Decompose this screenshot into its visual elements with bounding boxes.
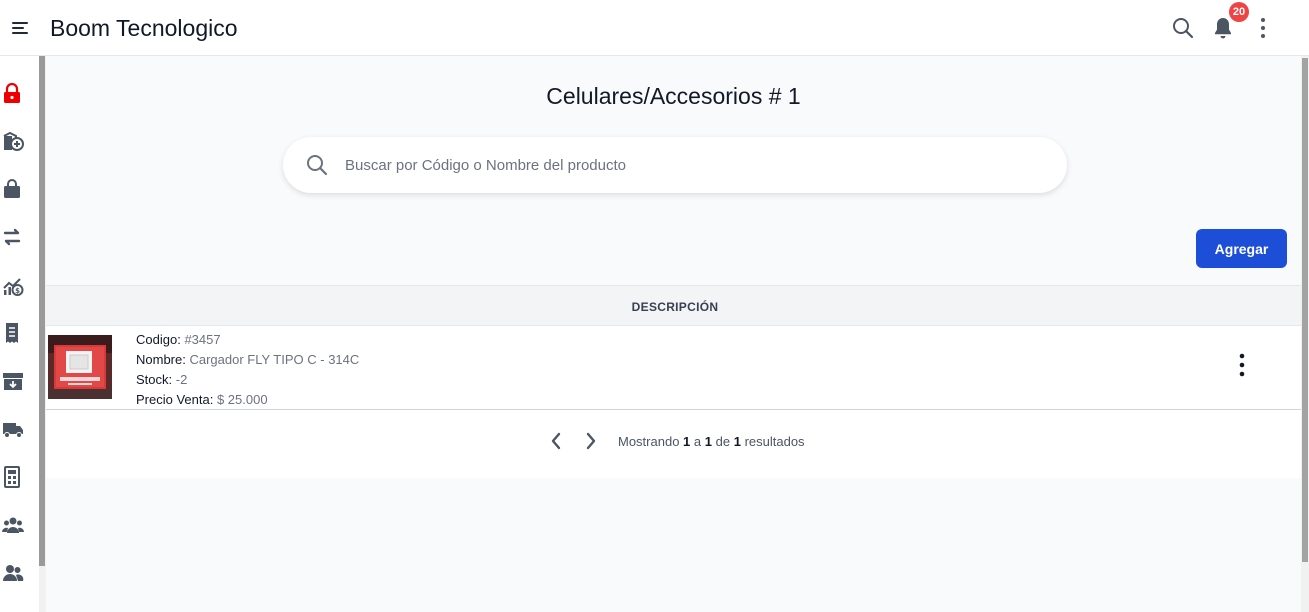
sidebar-scrollbar-thumb[interactable] — [39, 56, 45, 566]
page-scrollbar-thumb[interactable] — [1302, 58, 1308, 562]
column-header-descripcion: DESCRIPCIÓN — [631, 300, 719, 314]
codigo-label: Codigo: — [136, 332, 181, 347]
nombre-label: Nombre: — [136, 352, 186, 367]
app-title: Boom Tecnologico — [50, 15, 238, 41]
pagination-prefix: Mostrando — [618, 434, 680, 449]
pagination-to: 1 — [704, 434, 712, 449]
pagination-sep-de: de — [715, 434, 731, 449]
pagination: Mostrando 1 a 1 de 1 resultados — [46, 410, 1301, 478]
product-name: Cargador FLY TIPO C - 314C — [189, 352, 360, 367]
add-to-stock-icon[interactable] — [2, 130, 24, 152]
users-group-icon[interactable] — [2, 514, 24, 536]
pagination-from: 1 — [683, 434, 691, 449]
product-stock: -2 — [175, 372, 188, 387]
svg-text:$: $ — [15, 287, 20, 295]
stock-label: Stock: — [136, 372, 173, 387]
product-info: Codigo: #3457 Nombre: Cargador FLY TIPO … — [136, 330, 359, 410]
main-content: Celulares/Accesorios # 1 Agregar DESCRIP… — [46, 56, 1301, 612]
search-icon — [305, 153, 329, 177]
product-image — [48, 335, 112, 399]
transfer-arrows-icon[interactable] — [2, 226, 22, 248]
sidebar: $ — [0, 56, 39, 612]
product-price-line: Precio Venta: $ 25.000 — [136, 390, 359, 410]
truck-icon[interactable] — [2, 418, 23, 440]
chevron-left-icon[interactable] — [546, 431, 566, 451]
table-header: DESCRIPCIÓN — [46, 285, 1301, 326]
product-code: #3457 — [184, 332, 221, 347]
search-bar — [283, 137, 1067, 193]
product-code-line: Codigo: #3457 — [136, 330, 359, 350]
product-stock-line: Stock: -2 — [136, 370, 359, 390]
product-name-line: Nombre: Cargador FLY TIPO C - 314C — [136, 350, 359, 370]
users-icon[interactable] — [2, 562, 24, 584]
more-vert-icon[interactable] — [1253, 16, 1273, 40]
lock-icon[interactable] — [2, 82, 22, 104]
table-row: Codigo: #3457 Nombre: Cargador FLY TIPO … — [46, 326, 1301, 410]
row-more-vert-icon[interactable] — [1230, 352, 1254, 382]
page-title: Celulares/Accesorios # 1 — [546, 83, 801, 109]
archive-box-icon[interactable] — [2, 370, 23, 392]
chevron-right-icon[interactable] — [581, 431, 601, 451]
search-input[interactable] — [345, 147, 1045, 183]
products-table: DESCRIPCIÓN Codigo: #3457 Nombre: Cargad… — [46, 285, 1301, 478]
calculator-document-icon[interactable] — [2, 466, 22, 488]
top-app-bar: Boom Tecnologico 20 — [0, 0, 1309, 56]
precio-label: Precio Venta: — [136, 392, 214, 407]
receipt-icon[interactable] — [2, 322, 22, 344]
pagination-summary: Mostrando 1 a 1 de 1 resultados — [618, 434, 805, 449]
chart-dollar-icon[interactable]: $ — [2, 274, 24, 296]
shopping-bag-icon[interactable] — [2, 178, 22, 200]
pagination-suffix: resultados — [744, 434, 805, 449]
search-icon[interactable] — [1171, 16, 1195, 40]
pagination-total: 1 — [733, 434, 741, 449]
notification-badge: 20 — [1229, 2, 1249, 22]
add-button[interactable]: Agregar — [1196, 229, 1287, 268]
menu-icon[interactable] — [12, 18, 32, 38]
pagination-sep-a: a — [693, 434, 702, 449]
product-price: $ 25.000 — [216, 392, 268, 407]
